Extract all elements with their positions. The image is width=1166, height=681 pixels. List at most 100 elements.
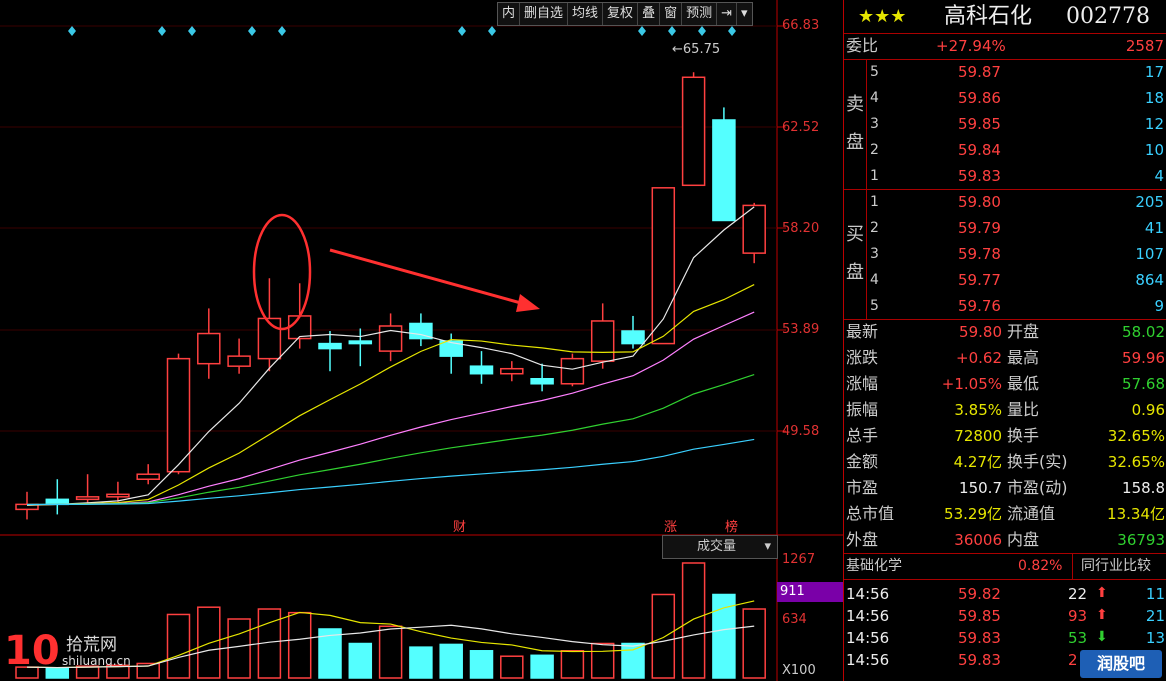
toolbar-item-remove-watchlist[interactable]: 删自选	[520, 3, 569, 25]
volume-axis-label: 1267	[782, 552, 816, 567]
triangle-down-icon[interactable]: ▾	[737, 3, 752, 25]
volume-bar	[166, 613, 191, 679]
volume-bar	[590, 642, 615, 679]
event-marker-zhang[interactable]: 涨	[664, 516, 677, 535]
event-marker-bang[interactable]: 榜	[725, 516, 738, 535]
stat-row: 外盘 36006 内盘 36793	[844, 527, 1166, 553]
toolbar-item-forecast[interactable]: 预测	[682, 3, 718, 25]
weibi-row: 委比 +27.94% 2587	[844, 33, 1166, 59]
event-diamond-icon	[638, 26, 646, 36]
stat-value: 58.02	[1122, 323, 1165, 341]
price-axis-label: 66.83	[782, 18, 820, 33]
volume-bar	[560, 650, 585, 679]
bid-row: 4 59.77 864	[844, 267, 1166, 293]
stat-value: 72800	[954, 427, 1002, 445]
bid-volume: 205	[1135, 193, 1164, 211]
bid-price: 59.77	[958, 271, 1001, 289]
tick-time: 14:56	[846, 651, 890, 669]
ask-price: 59.87	[958, 63, 1001, 81]
bid-row: 1 59.80 205	[844, 189, 1166, 215]
ask-level: 1	[870, 168, 879, 184]
arrow-right-bar-icon[interactable]: ⇥	[717, 3, 738, 25]
volume-bar	[742, 608, 766, 679]
stat-label: 换手	[1007, 426, 1040, 445]
stat-label: 市盈(动)	[1007, 478, 1068, 497]
ask-volume: 18	[1144, 89, 1164, 107]
sector-bar[interactable]: 基础化学 0.82% 同行业比较	[844, 553, 1166, 580]
bid-volume: 864	[1135, 271, 1164, 289]
bid-volume: 107	[1135, 245, 1164, 263]
stat-value: 36793	[1117, 531, 1165, 549]
candle-body	[469, 365, 494, 375]
candle-body	[651, 187, 676, 345]
stat-label: 总市值	[846, 504, 895, 523]
ask-level: 5	[870, 64, 879, 80]
candle-body	[227, 355, 251, 367]
stat-row: 涨跌 +0.62 最高 59.96	[844, 345, 1166, 371]
stock-name: 高科石化	[944, 4, 1033, 29]
stat-row: 振幅 3.85% 量比 0.96	[844, 397, 1166, 423]
event-diamond-icon	[278, 26, 286, 36]
stat-row: 金额 4.27亿 换手(实) 32.65%	[844, 449, 1166, 475]
bid-row: 3 59.78 107	[844, 241, 1166, 267]
weibi-value: 2587	[1125, 37, 1164, 55]
candle-body	[530, 377, 554, 385]
candle-body	[318, 342, 342, 350]
stat-label: 流通值	[1007, 504, 1056, 523]
toolbar-item-nei[interactable]: 内	[498, 3, 521, 25]
candle-body	[75, 496, 100, 501]
ask-row: 3 59.85 12	[844, 111, 1166, 137]
stat-value: 32.65%	[1107, 427, 1165, 445]
stat-value: 36006	[954, 531, 1002, 549]
stat-value: 59.80	[959, 323, 1002, 341]
candle-body	[560, 357, 585, 385]
volume-indicator-select[interactable]: 成交量 ▾	[662, 535, 778, 559]
stat-value: +1.05%	[941, 375, 1002, 393]
trend-arrow-line	[329, 248, 529, 307]
event-marker-cai[interactable]: 财	[453, 516, 466, 535]
ask-row: 1 59.83 4	[844, 163, 1166, 189]
volume-bar	[681, 562, 706, 679]
arrow-up-icon: ⬆	[1096, 585, 1108, 601]
volume-bar	[651, 593, 676, 679]
candle-body	[681, 76, 706, 187]
bid-price: 59.80	[958, 193, 1001, 211]
ask-row: 2 59.84 10	[844, 137, 1166, 163]
toolbar-item-overlay[interactable]: 叠	[638, 3, 661, 25]
ask-price: 59.83	[958, 167, 1001, 185]
ask-price: 59.85	[958, 115, 1001, 133]
volume-indicator-label: 成交量	[697, 539, 737, 554]
site-logo-right: 润股吧	[1080, 650, 1162, 678]
logo-url: shiluang.cn	[62, 654, 131, 668]
toolbar-item-adjust[interactable]: 复权	[603, 3, 639, 25]
stat-value: 53.29亿	[944, 505, 1002, 523]
event-diamond-icon	[698, 26, 706, 36]
price-axis-label: 58.20	[782, 221, 820, 236]
candle-body	[136, 473, 160, 480]
stat-row: 最新 59.80 开盘 58.02	[844, 319, 1166, 345]
toolbar-item-moving-average[interactable]: 均线	[568, 3, 604, 25]
volume-bar	[227, 618, 251, 679]
event-diamond-icon	[248, 26, 256, 36]
volume-bar	[409, 646, 433, 679]
industry-compare-button[interactable]: 同行业比较	[1072, 554, 1151, 579]
moving-average-line	[26, 438, 755, 506]
candle-body	[500, 367, 524, 375]
kline-chart[interactable]	[0, 0, 843, 681]
trend-arrow-head	[516, 294, 540, 312]
ask-volume: 10	[1144, 141, 1164, 159]
event-diamond-icon	[668, 26, 676, 36]
stat-row: 市盈 150.7 市盈(动) 158.8	[844, 475, 1166, 501]
stat-value: +0.62	[956, 349, 1002, 367]
ask-level: 3	[870, 116, 879, 132]
tick-price: 59.83	[958, 651, 1001, 669]
candle-body	[106, 493, 130, 498]
bid-row: 5 59.76 9	[844, 293, 1166, 319]
stat-row: 涨幅 +1.05% 最低 57.68	[844, 371, 1166, 397]
bid-level: 1	[870, 194, 879, 210]
stat-value: 59.96	[1122, 349, 1165, 367]
ask-price: 59.86	[958, 89, 1001, 107]
toolbar-item-window[interactable]: 窗	[660, 3, 683, 25]
tick-volume: 2	[1068, 651, 1078, 669]
stat-label: 涨跌	[846, 348, 879, 367]
